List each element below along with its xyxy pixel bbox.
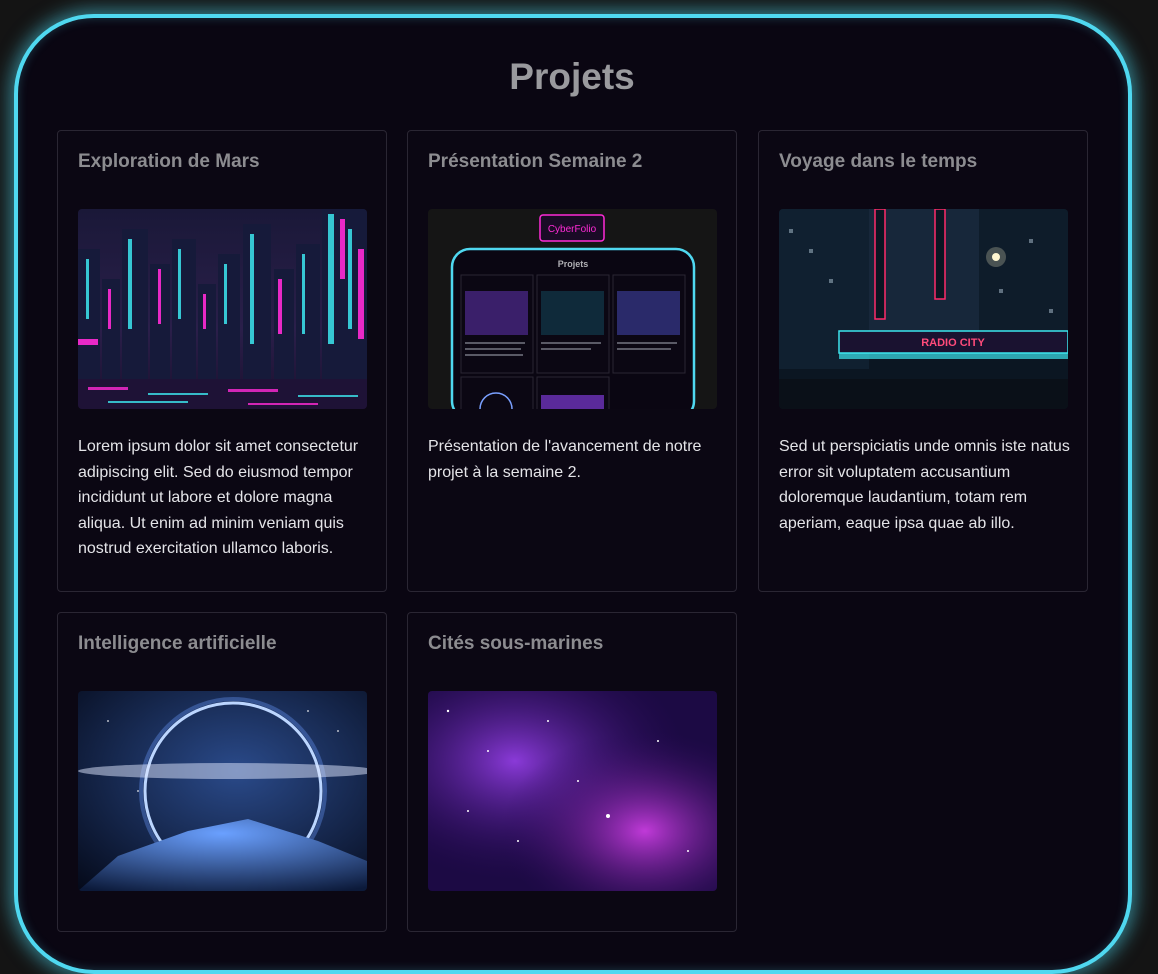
project-image-neon-city [78,209,367,409]
project-image-purple-nebula [428,691,717,891]
project-card-intelligence-artificielle[interactable]: Intelligence artificielle [57,612,387,932]
page-title: Projets [509,56,635,97]
project-card-title: Cités sous-marines [428,633,604,654]
cyberfolio-logo-text: CyberFolio [548,224,597,235]
project-image-radio-city: RADIO CITY [779,209,1068,409]
project-card-description: Lorem ipsum dolor sit amet consectetur a… [78,438,359,557]
project-card-title: Intelligence artificielle [78,633,277,654]
project-card-title: Présentation Semaine 2 [428,151,643,172]
project-image-glowing-ring [78,691,367,891]
project-card-title: Voyage dans le temps [779,151,978,172]
project-card-title: Exploration de Mars [78,151,260,172]
project-image-cyberfolio-screenshot: CyberFolio Projets [428,209,717,409]
project-card-cites-sous-marines[interactable]: Cités sous-marines [407,612,737,932]
project-card-voyage-temps[interactable]: Voyage dans le temps RADIO CITY Sed ut p… [758,130,1088,592]
project-card-description: Sed ut perspiciatis unde omnis iste natu… [779,438,1070,532]
cyberfolio-inner-title: Projets [558,259,589,269]
radio-city-sign-text: RADIO CITY [921,337,985,349]
project-card-description: Présentation de l'avancement de notre pr… [428,438,702,481]
project-card-semaine-2[interactable]: Présentation Semaine 2 CyberFolio Projet… [407,130,737,592]
project-card-mars[interactable]: Exploration de Mars Lorem ipsum dolor si… [57,130,387,592]
